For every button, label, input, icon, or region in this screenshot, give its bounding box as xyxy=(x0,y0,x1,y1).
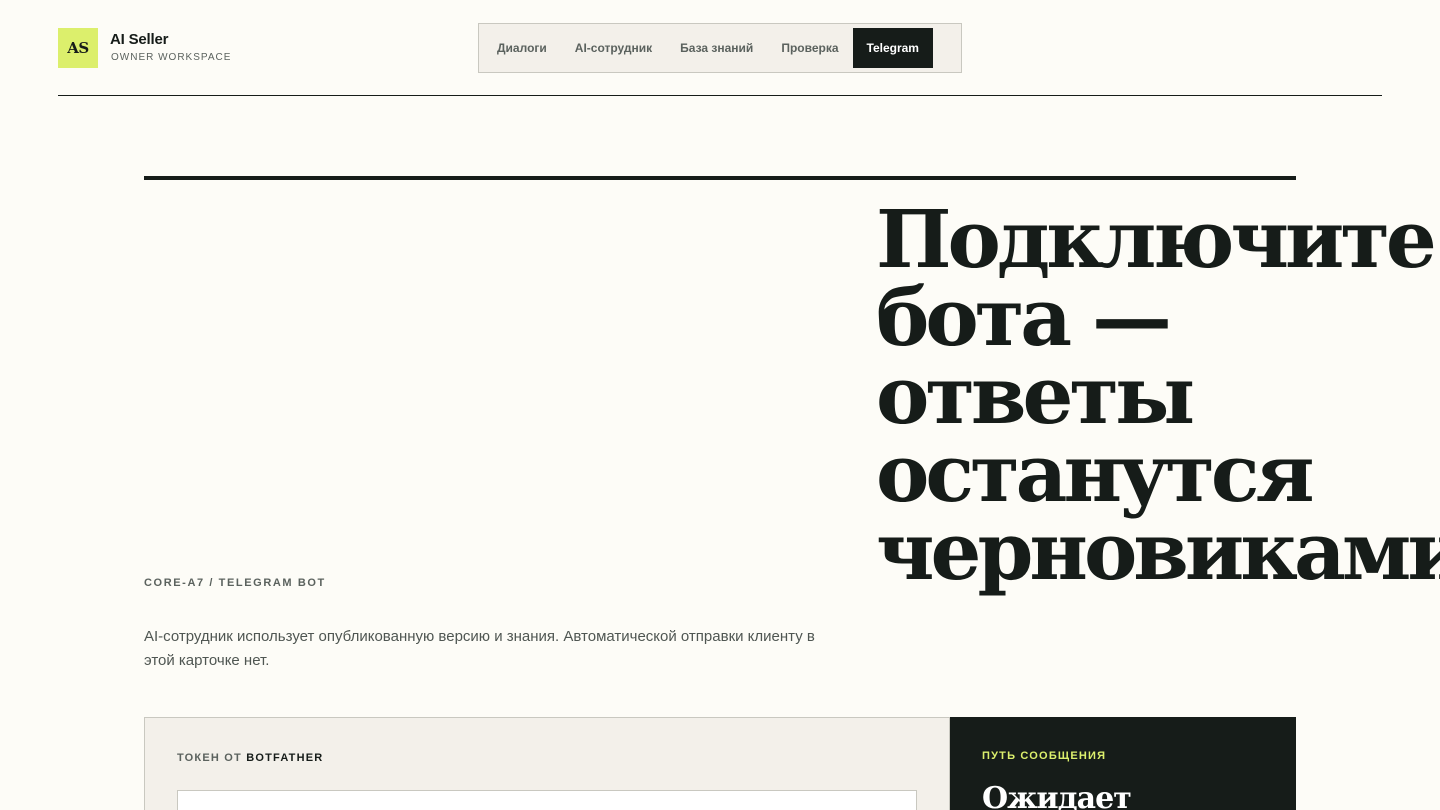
nav-tab-check[interactable]: Проверка xyxy=(767,28,852,68)
nav-tab-knowledge-base[interactable]: База знаний xyxy=(666,28,767,68)
brand-name: AI Seller xyxy=(110,31,169,48)
token-form-panel: ТОКЕН ОТ BOTFATHER xyxy=(144,717,950,810)
page-headline: Подключите бота — ответы останутся черно… xyxy=(876,192,1440,598)
app-header: AS AI Seller OWNER WORKSPACE Диалоги AI-… xyxy=(58,0,1382,96)
headline-line: ответы xyxy=(876,348,1195,442)
headline-line: черновиками. xyxy=(876,504,1440,598)
message-route-panel: ПУТЬ СООБЩЕНИЯ Ожидает xyxy=(950,717,1296,810)
section-description: AI-сотрудник использует опубликованную в… xyxy=(144,628,815,669)
bot-token-input[interactable] xyxy=(177,790,917,810)
headline-line: останутся xyxy=(876,426,1315,520)
token-field-label: ТОКЕН ОТ BOTFATHER xyxy=(177,752,323,764)
hero-divider xyxy=(144,176,1296,180)
section-eyebrow: CORE-A7 / TELEGRAM BOT xyxy=(144,577,326,589)
nav-tab-telegram[interactable]: Telegram xyxy=(852,28,933,68)
main-nav: Диалоги AI-сотрудник База знаний Проверк… xyxy=(478,23,962,73)
nav-tab-dialogs[interactable]: Диалоги xyxy=(483,28,561,68)
brand-logo[interactable]: AS xyxy=(58,28,98,68)
token-label-strong: BOTFATHER xyxy=(246,752,324,764)
headline-line: бота — xyxy=(876,270,1172,364)
token-label-prefix: ТОКЕН ОТ xyxy=(177,752,247,764)
route-status: Ожидает xyxy=(982,781,1132,810)
brand-subtitle: OWNER WORKSPACE xyxy=(111,52,232,63)
headline-line: Подключите xyxy=(876,192,1437,286)
nav-tab-ai-employee[interactable]: AI-сотрудник xyxy=(561,28,666,68)
route-label: ПУТЬ СООБЩЕНИЯ xyxy=(982,750,1107,762)
